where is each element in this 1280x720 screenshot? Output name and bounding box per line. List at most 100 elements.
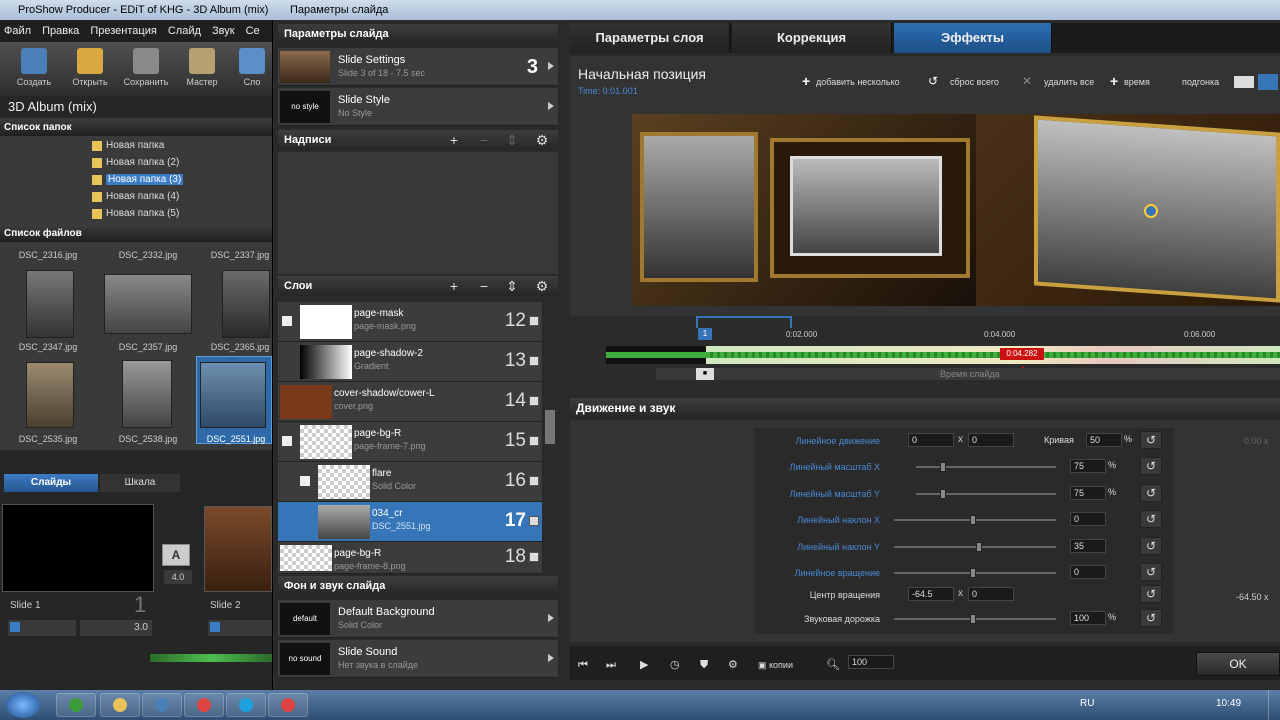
add-layer-button[interactable]: + [446, 278, 462, 294]
add-caption-button[interactable]: + [446, 132, 462, 148]
start-button-icon[interactable] [6, 692, 40, 718]
layer-mask-toggle[interactable] [282, 316, 292, 326]
move-y-field[interactable]: 0 [968, 433, 1014, 447]
scale-y-slider[interactable] [916, 493, 1056, 495]
layer-row[interactable]: flare Solid Color 16 [278, 462, 542, 502]
file-thumbnail[interactable] [26, 270, 74, 338]
layer-mask-toggle[interactable] [300, 476, 310, 486]
layer-row[interactable]: page-mask page-mask.png 12 [278, 302, 542, 342]
layer-visible-checkbox[interactable] [529, 516, 539, 526]
tilt-y-field[interactable]: 35 [1070, 539, 1106, 553]
file-thumbnail[interactable] [222, 270, 270, 338]
taskbar-app[interactable] [100, 693, 140, 717]
menu-slide[interactable]: Слайд [168, 25, 201, 37]
file-thumbnail[interactable] [26, 362, 74, 428]
wizard-button[interactable]: Мастер [178, 48, 226, 87]
add-several-button[interactable]: добавить несколько [802, 73, 900, 90]
tab-slides[interactable]: Слайды [4, 474, 98, 492]
time-button[interactable]: время [1110, 73, 1150, 90]
folder-item[interactable]: Новая папка [90, 138, 164, 154]
background-row[interactable]: default Default Background Solid Color [278, 600, 558, 638]
show-desktop-button[interactable] [1268, 690, 1280, 720]
remove-caption-button[interactable]: − [476, 132, 492, 148]
audio-field[interactable]: 100 [1070, 611, 1106, 625]
keyframe-start-marker[interactable]: 1 [698, 328, 712, 340]
taskbar-app[interactable] [184, 693, 224, 717]
scale-x-slider-knob[interactable] [940, 462, 946, 472]
slide-sound-row[interactable]: no sound Slide Sound Нет звука в слайде [278, 640, 558, 678]
reset-scale-y-button[interactable]: ↺ [1140, 484, 1162, 502]
layer-mask-toggle[interactable] [282, 436, 292, 446]
reset-rotation-center-button[interactable]: ↺ [1140, 585, 1162, 603]
menu-more[interactable]: Се [246, 25, 260, 37]
curve-field[interactable]: 50 [1086, 433, 1122, 447]
layer-visible-checkbox[interactable] [529, 356, 539, 366]
save-button[interactable]: Сохранить [122, 48, 170, 87]
reset-tilt-x-button[interactable]: ↺ [1140, 510, 1162, 528]
menu-edit[interactable]: Правка [42, 25, 79, 37]
ok-button[interactable]: OK [1196, 652, 1280, 676]
tilt-x-field[interactable]: 0 [1070, 512, 1106, 526]
taskbar-app[interactable] [268, 693, 308, 717]
zoom-field[interactable]: 100 [848, 655, 894, 669]
file-thumbnail[interactable] [104, 274, 192, 334]
layer-visible-checkbox[interactable] [529, 476, 539, 486]
rotation-center-y-field[interactable]: 0 [968, 587, 1014, 601]
play-button[interactable]: ▶ [640, 658, 648, 672]
transition-duration[interactable]: 4.0 [164, 570, 192, 584]
zoom-icon[interactable]: 🔍︎ [826, 658, 840, 672]
slide-1-duration[interactable]: 3.0 [80, 620, 152, 636]
reset-rotation-button[interactable]: ↺ [1140, 563, 1162, 581]
rotation-slider-knob[interactable] [970, 568, 976, 578]
slide-2-thumbnail[interactable] [204, 506, 272, 592]
tab-layer-settings[interactable]: Параметры слоя [570, 23, 730, 53]
layers-scrollbar-thumb[interactable] [545, 410, 555, 444]
clock-icon[interactable]: ◷ [670, 658, 680, 672]
scale-y-slider-knob[interactable] [940, 489, 946, 499]
slide-style-row[interactable]: no style Slide Style No Style [278, 88, 558, 126]
view-toggle-active-icon[interactable] [1258, 74, 1278, 90]
caption-settings-gear-icon[interactable]: ⚙ [534, 132, 550, 148]
layer-row[interactable]: page-bg-R page-frame-7.png 15 [278, 422, 542, 462]
taskbar-app[interactable] [226, 693, 266, 717]
menu-file[interactable]: Файл [4, 25, 31, 37]
rotation-center-x-field[interactable]: -64.5 [908, 587, 954, 601]
menu-sound[interactable]: Звук [212, 25, 235, 37]
tilt-y-slider-knob[interactable] [976, 542, 982, 552]
audio-slider-knob[interactable] [970, 614, 976, 624]
taskbar-app[interactable] [56, 693, 96, 717]
tilt-x-slider-knob[interactable] [970, 515, 976, 525]
create-button[interactable]: Создать [10, 48, 58, 87]
settings-gear-icon[interactable]: ⚙ [728, 658, 738, 672]
layer-visible-checkbox[interactable] [529, 316, 539, 326]
reset-audio-button[interactable]: ↺ [1140, 609, 1162, 627]
file-thumbnail[interactable] [122, 360, 172, 428]
layer-settings-gear-icon[interactable]: ⚙ [534, 278, 550, 294]
system-clock[interactable]: 10:49 [1216, 698, 1241, 709]
next-slide-button[interactable]: ⏭ [606, 658, 616, 672]
tab-effects[interactable]: Эффекты [894, 23, 1052, 53]
reorder-caption-button[interactable]: ⇕ [504, 132, 520, 148]
layer-visible-checkbox[interactable] [529, 436, 539, 446]
reorder-layer-button[interactable]: ⇕ [504, 278, 520, 294]
layer-row[interactable]: page-shadow-2 Gradient 13 [278, 342, 542, 382]
transition-icon[interactable]: A [162, 544, 190, 566]
prev-slide-button[interactable]: ⏮ [578, 658, 588, 672]
play-icon[interactable] [210, 622, 220, 632]
copy-button[interactable]: ▣ копии [758, 658, 793, 672]
move-x-field[interactable]: 0 [908, 433, 954, 447]
layer-row[interactable]: page-bg-R page-frame-8.png 18 [278, 542, 542, 574]
reset-tilt-y-button[interactable]: ↺ [1140, 537, 1162, 555]
scale-x-field[interactable]: 75 [1070, 459, 1106, 473]
reset-scale-x-button[interactable]: ↺ [1140, 457, 1162, 475]
layer-visible-checkbox[interactable] [529, 552, 539, 562]
remove-layer-button[interactable]: − [476, 278, 492, 294]
tab-timeline[interactable]: Шкала [100, 474, 180, 492]
rotation-field[interactable]: 0 [1070, 565, 1106, 579]
tilt-y-slider[interactable] [894, 546, 1056, 548]
scale-x-slider[interactable] [916, 466, 1056, 468]
layer-button[interactable]: Сло [234, 48, 270, 87]
layer-visible-checkbox[interactable] [529, 396, 539, 406]
slide-1-thumbnail[interactable] [2, 504, 154, 592]
menu-presentation[interactable]: Презентация [90, 25, 156, 37]
